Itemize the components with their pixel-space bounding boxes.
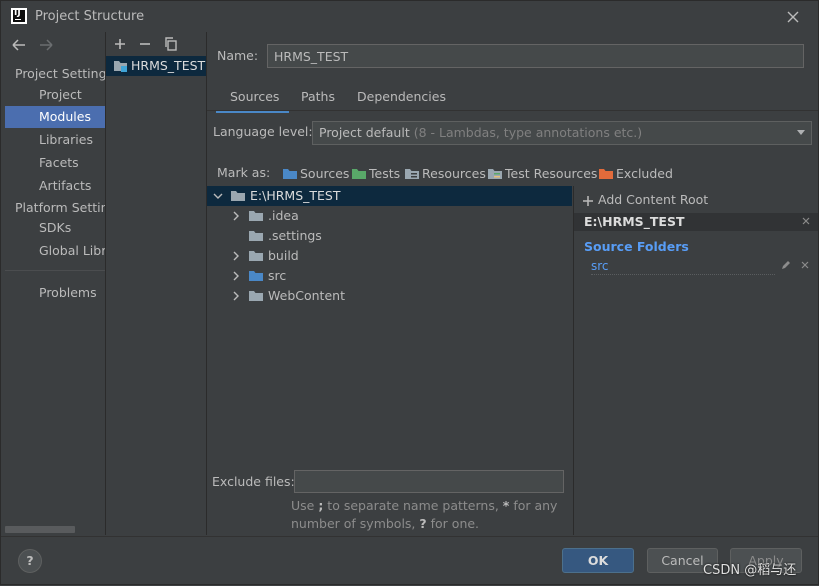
folder-icon xyxy=(231,190,246,202)
module-label: HRMS_TEST xyxy=(131,58,206,73)
remove-content-root-icon[interactable] xyxy=(801,216,811,226)
tree-row-settings[interactable]: .settings xyxy=(207,226,572,246)
source-folder-icon xyxy=(249,270,264,282)
sources-folder-icon xyxy=(283,168,298,180)
chevron-down-icon xyxy=(797,130,805,135)
back-arrow-icon[interactable] xyxy=(9,36,29,54)
folder-icon xyxy=(249,290,264,302)
nav-item-modules[interactable]: Modules xyxy=(5,106,105,128)
chevron-right-icon[interactable] xyxy=(231,211,241,221)
tree-row-build[interactable]: build xyxy=(207,246,572,266)
language-level-hint: (8 - Lambdas, type annotations etc.) xyxy=(413,125,643,140)
module-folder-icon xyxy=(113,59,129,73)
folder-icon xyxy=(249,250,264,262)
chevron-right-icon[interactable] xyxy=(231,271,241,281)
nav-item-global-libraries[interactable]: Global Libraries xyxy=(5,240,105,262)
chevron-right-icon[interactable] xyxy=(231,251,241,261)
name-label: Name: xyxy=(217,48,259,63)
intellij-app-icon: IJ xyxy=(11,8,27,24)
modules-list-panel: HRMS_TEST xyxy=(106,32,207,535)
exclude-files-label: Exclude files: xyxy=(212,474,295,489)
nav-item-problems[interactable]: Problems xyxy=(5,282,105,304)
test-resources-folder-icon xyxy=(488,168,503,180)
add-module-icon[interactable] xyxy=(112,36,128,52)
resources-folder-icon xyxy=(405,168,420,180)
remove-module-icon[interactable] xyxy=(137,36,153,52)
edit-pencil-icon[interactable] xyxy=(780,259,792,271)
window-title: Project Structure xyxy=(35,9,145,24)
tree-row-idea[interactable]: .idea xyxy=(207,206,572,226)
source-folders-title: Source Folders xyxy=(584,239,689,254)
exclude-files-help: Use ; to separate name patterns, * for a… xyxy=(291,498,558,531)
excluded-folder-icon xyxy=(599,168,614,180)
close-icon[interactable] xyxy=(784,8,802,26)
plus-icon xyxy=(582,195,594,207)
platform-settings-heading: Platform Settings xyxy=(15,200,105,215)
settings-nav: Project Settings Project Modules Librari… xyxy=(5,32,106,535)
mark-as-label: Mark as: xyxy=(217,165,271,180)
language-level-label: Language level: xyxy=(213,124,313,139)
tab-paths[interactable]: Paths xyxy=(293,88,341,110)
language-level-dropdown[interactable]: Project default (8 - Lambdas, type annot… xyxy=(312,121,812,145)
copy-module-icon[interactable] xyxy=(163,36,179,52)
add-content-root-button[interactable]: Add Content Root xyxy=(582,192,708,207)
folder-icon xyxy=(249,230,264,242)
tab-dependencies[interactable]: Dependencies xyxy=(349,88,449,110)
forward-arrow-icon[interactable] xyxy=(36,36,56,54)
content-root-panel: Add Content Root E:\HRMS_TEST Source Fol… xyxy=(573,186,819,535)
help-button[interactable]: ? xyxy=(18,549,42,573)
language-level-value: Project default xyxy=(319,125,410,140)
content-root-path: E:\HRMS_TEST xyxy=(584,214,685,229)
content-root-header: E:\HRMS_TEST xyxy=(574,213,819,231)
chevron-down-icon[interactable] xyxy=(213,191,223,201)
exclude-files-input[interactable] xyxy=(294,470,564,493)
remove-source-folder-icon[interactable] xyxy=(800,260,810,270)
tests-folder-icon xyxy=(352,168,367,180)
tree-row-webcontent[interactable]: WebContent xyxy=(207,286,572,306)
project-settings-heading: Project Settings xyxy=(15,66,106,81)
module-item-hrms-test[interactable]: HRMS_TEST xyxy=(106,56,206,76)
nav-item-facets[interactable]: Facets xyxy=(5,152,105,174)
tabs-separator xyxy=(207,110,819,111)
nav-item-sdks[interactable]: SDKs xyxy=(5,217,105,239)
nav-item-project[interactable]: Project xyxy=(5,84,105,106)
csdn-watermark: CSDN @稻与还 xyxy=(703,563,797,578)
source-folder-entry[interactable]: src xyxy=(591,258,775,275)
nav-horizontal-scrollbar[interactable] xyxy=(5,526,75,533)
nav-item-artifacts[interactable]: Artifacts xyxy=(5,175,105,197)
tree-root-row[interactable]: E:\HRMS_TEST xyxy=(207,186,572,206)
module-name-input[interactable] xyxy=(267,44,804,68)
nav-divider xyxy=(5,270,105,271)
ok-button[interactable]: OK xyxy=(562,548,634,573)
chevron-right-icon[interactable] xyxy=(231,291,241,301)
folder-icon xyxy=(249,210,264,222)
tree-row-src[interactable]: src xyxy=(207,266,572,286)
nav-item-libraries[interactable]: Libraries xyxy=(5,129,105,151)
